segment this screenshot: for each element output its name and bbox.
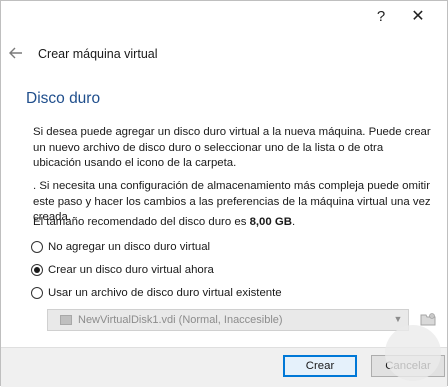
watermark-logo (385, 325, 441, 381)
existing-disk-select[interactable]: NewVirtualDisk1.vdi (Normal, Inaccesible… (47, 309, 409, 331)
page-title: Disco duro (26, 90, 101, 107)
hard-disk-icon (60, 315, 72, 325)
option-existing-disk[interactable]: Usar un archivo de disco duro virtual ex… (31, 287, 282, 299)
recommended-size-suffix: . (291, 216, 296, 228)
option-no-disk[interactable]: No agregar un disco duro virtual (31, 241, 210, 253)
radio-no-disk[interactable] (31, 241, 43, 253)
radio-existing-disk[interactable] (31, 287, 43, 299)
option-existing-disk-label: Usar un archivo de disco duro virtual ex… (48, 287, 282, 299)
radio-create-disk[interactable] (31, 264, 43, 276)
existing-disk-select-value: NewVirtualDisk1.vdi (Normal, Inaccesible… (78, 314, 283, 326)
option-create-disk[interactable]: Crear un disco duro virtual ahora (31, 264, 214, 276)
wizard-title: Crear máquina virtual (38, 47, 158, 61)
option-no-disk-label: No agregar un disco duro virtual (48, 241, 211, 253)
help-button[interactable]: ? (368, 5, 394, 27)
dialog-window: ? ✕ Crear máquina virtual Disco duro Si … (0, 0, 448, 387)
arrow-left-icon (9, 47, 22, 59)
create-button[interactable]: Crear (283, 355, 357, 377)
close-button[interactable]: ✕ (405, 5, 431, 27)
chevron-down-icon: ▼ (393, 314, 403, 324)
recommended-size-value: 8,00 GB (249, 216, 292, 228)
back-button[interactable] (7, 44, 25, 62)
recommended-size-prefix: El tamaño recomendado del disco duro es (33, 216, 250, 228)
recommended-size-text: El tamaño recomendado del disco duro es … (33, 216, 295, 228)
option-create-disk-label: Crear un disco duro virtual ahora (48, 264, 214, 276)
description-text: Si desea puede agregar un disco duro vir… (33, 126, 431, 169)
